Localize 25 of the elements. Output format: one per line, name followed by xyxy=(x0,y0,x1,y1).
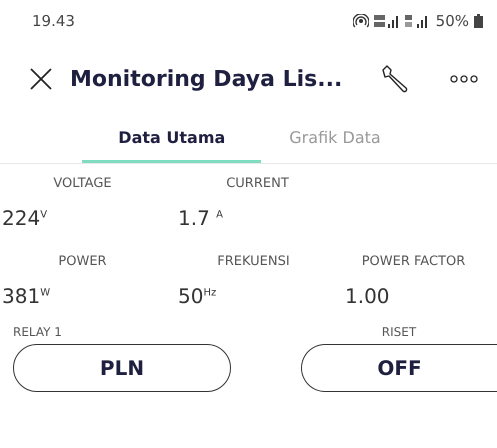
reading-label: VOLTAGE xyxy=(53,176,112,190)
reading-value: 381$^{W}$ xyxy=(2,284,50,308)
reading-label: POWER FACTOR xyxy=(362,254,466,268)
reading-value: 1.00 xyxy=(345,284,390,308)
signal-icon xyxy=(404,14,429,28)
reading-label: POWER xyxy=(58,254,107,268)
toggle-button[interactable]: PLN xyxy=(13,344,231,392)
more-icon[interactable] xyxy=(450,75,478,83)
button-label: RISET xyxy=(382,324,416,341)
reading-value: 224$^{V}$ xyxy=(2,206,48,230)
signal-icon xyxy=(374,14,400,28)
battery-level: 50% xyxy=(436,12,469,30)
reading-label: FREKUENSI xyxy=(217,254,290,268)
status-time: 19.43 xyxy=(32,12,75,30)
reading-value: 50$^{Hz}$ xyxy=(178,284,216,308)
button-label: RELAY 1 xyxy=(13,324,62,341)
reading-label: CURRENT xyxy=(226,176,289,190)
reading-value: 1.7 $^{A}$ xyxy=(178,206,224,230)
wrench-icon[interactable] xyxy=(380,65,410,93)
close-icon[interactable] xyxy=(30,68,52,90)
page-title: Monitoring Daya Lis... xyxy=(70,66,342,92)
tab[interactable]: Data Utama xyxy=(82,120,262,163)
hotspot-icon xyxy=(352,14,369,28)
battery-icon xyxy=(474,14,483,28)
toggle-button[interactable]: OFF xyxy=(301,344,497,392)
